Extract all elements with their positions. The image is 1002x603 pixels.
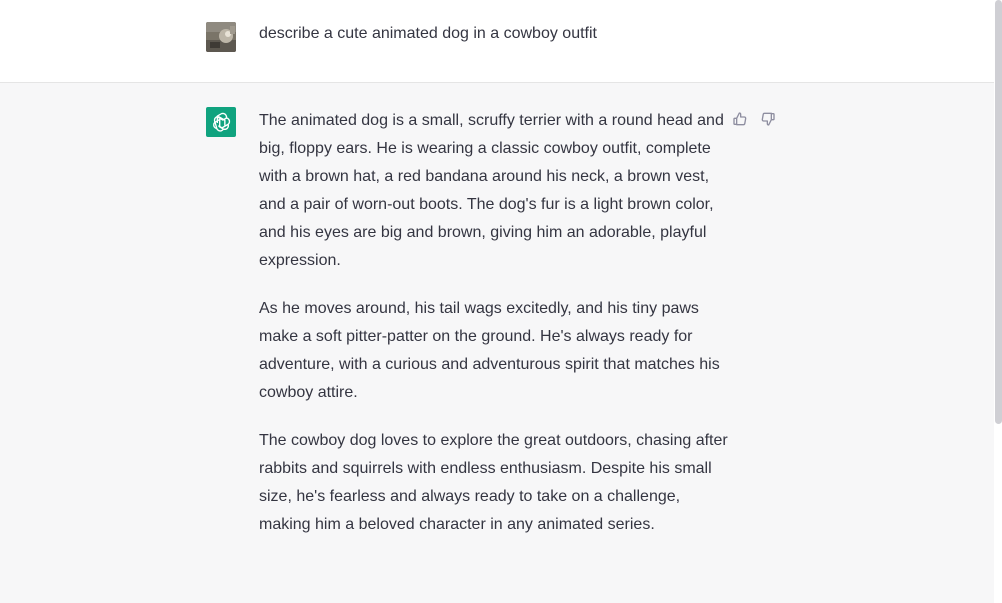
answer-paragraph: The animated dog is a small, scruffy ter…	[259, 112, 724, 269]
thumbs-down-button[interactable]	[760, 111, 776, 127]
thumbs-down-icon	[761, 112, 775, 126]
thumbs-up-button[interactable]	[732, 111, 748, 127]
chat-page: describe a cute animated dog in a cowboy…	[0, 0, 1002, 603]
assistant-message-row: The animated dog is a small, scruffy ter…	[0, 83, 994, 603]
user-avatar	[206, 22, 236, 52]
user-photo-avatar	[206, 22, 236, 52]
thumbs-up-icon	[733, 112, 747, 126]
assistant-avatar	[206, 107, 236, 137]
answer-paragraph: The cowboy dog loves to explore the grea…	[259, 432, 728, 533]
assistant-message-text: The animated dog is a small, scruffy ter…	[259, 107, 729, 559]
user-message-text: describe a cute animated dog in a cowboy…	[259, 25, 597, 42]
scrollbar[interactable]	[994, 0, 1002, 603]
scrollbar-thumb[interactable]	[995, 0, 1002, 424]
feedback-buttons	[732, 111, 776, 127]
answer-paragraph: As he moves around, his tail wags excite…	[259, 300, 720, 401]
openai-logo-icon	[213, 112, 231, 132]
user-message-row: describe a cute animated dog in a cowboy…	[0, 0, 994, 83]
